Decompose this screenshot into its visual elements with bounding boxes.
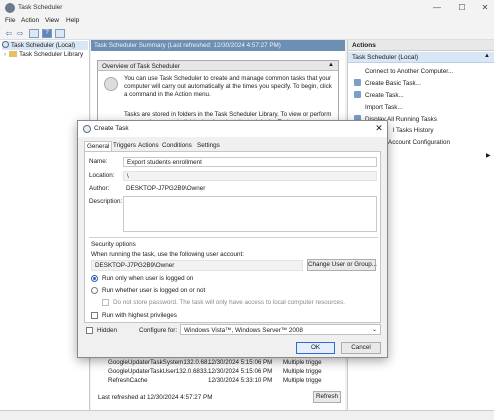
show-hide-tree-icon[interactable] (29, 29, 39, 38)
forward-arrow-icon[interactable]: ⇨ (15, 29, 25, 38)
clock-icon (83, 125, 91, 133)
task-next-run: 12/30/2024 5:15:06 PM (208, 368, 273, 375)
status-bar (0, 410, 494, 420)
dialog-close-button[interactable]: ✕ (374, 123, 384, 134)
view-submenu-arrow-icon[interactable]: ▶ (486, 152, 491, 159)
create-basic-task-icon (354, 79, 361, 86)
table-row[interactable]: GoogleUpdaterTaskSystem132.0.68... (108, 359, 213, 367)
folder-icon (9, 51, 18, 57)
run-logged-on-label[interactable]: Run only when user is logged on (102, 275, 193, 282)
clock-icon (2, 41, 9, 48)
action-connect[interactable]: Connect to Another Computer... (354, 67, 453, 77)
change-user-button[interactable]: Change User or Group... (307, 259, 377, 271)
cancel-button[interactable]: Cancel (341, 342, 381, 354)
refresh-button[interactable]: Refresh (313, 391, 341, 403)
create-task-dialog: Create Task ✕ General Triggers Actions C… (77, 120, 388, 358)
menu-action[interactable]: Action (21, 17, 39, 24)
minimize-button[interactable]: — (430, 2, 444, 14)
tab-conditions[interactable]: Conditions (160, 141, 194, 151)
overview-header[interactable]: Overview of Task Scheduler ▲ (98, 61, 338, 71)
action-import-task[interactable]: Import Task... (354, 103, 403, 113)
close-button[interactable]: ✕ (478, 2, 492, 14)
action-enable-history[interactable]: l Tasks History (393, 127, 433, 137)
task-next-run: 12/30/2024 5:33:10 PM (208, 377, 273, 384)
maximize-button[interactable]: ☐ (455, 2, 469, 14)
chevron-down-icon[interactable]: ⌄ (372, 326, 377, 333)
highest-privileges-checkbox[interactable] (91, 312, 98, 319)
title-bar: Task Scheduler — ☐ ✕ (0, 0, 494, 16)
summary-header: Task Scheduler Summary (Last refreshed: … (91, 40, 345, 51)
back-arrow-icon[interactable]: ⇦ (4, 29, 14, 38)
run-whether-radio[interactable] (91, 287, 98, 294)
action-create-task[interactable]: Create Task... (354, 91, 404, 101)
author-value: DESKTOP-J7PG2B9\Owner (126, 185, 206, 192)
task-name-input[interactable]: Export students enrollment (123, 157, 377, 167)
description-label: Description: (89, 198, 123, 205)
tab-actions[interactable]: Actions (136, 141, 161, 151)
tab-settings[interactable]: Settings (195, 141, 222, 151)
task-trigger: Multiple trigge (283, 368, 322, 375)
tab-general[interactable]: General (84, 141, 113, 151)
collapse-icon[interactable]: ▲ (328, 62, 334, 68)
actions-header: Actions (348, 40, 494, 51)
security-options-title: Security options (91, 241, 136, 248)
menu-view[interactable]: View (45, 17, 59, 24)
tab-triggers[interactable]: Triggers (111, 141, 138, 151)
general-tab-panel: Name: Export students enrollment Locatio… (84, 151, 381, 323)
dialog-title: Create Task (94, 125, 129, 132)
tree-item-task-scheduler-local[interactable]: Task Scheduler (Local) (2, 41, 88, 50)
table-row[interactable]: GoogleUpdaterTaskUser132.0.6833.... (108, 368, 214, 376)
location-value: \ (123, 171, 377, 181)
action-account-config[interactable]: Account Configuration (388, 139, 450, 149)
show-hide-action-pane-icon[interactable] (55, 29, 65, 38)
help-icon[interactable]: ? (42, 29, 52, 38)
actions-group-task-scheduler-local[interactable]: Task Scheduler (Local) ▲ (348, 52, 494, 63)
hidden-checkbox[interactable] (86, 327, 93, 334)
description-textarea[interactable] (123, 196, 377, 232)
toolbar: ⇦ ⇨ ? (0, 27, 494, 40)
task-trigger: Multiple trigge (283, 377, 322, 384)
last-refreshed-text: Last refreshed at 12/30/2024 4:57:27 PM (98, 394, 213, 401)
scheduler-info-icon (104, 77, 118, 91)
collapse-icon[interactable]: ▲ (484, 53, 490, 59)
hidden-label[interactable]: Hidden (97, 327, 117, 334)
name-label: Name: (89, 158, 108, 165)
security-prompt: When running the task, use the following… (91, 251, 244, 258)
run-logged-on-radio[interactable] (91, 275, 98, 282)
create-task-icon (354, 91, 361, 98)
task-next-run: 12/30/2024 5:15:06 PM (208, 359, 273, 366)
menu-help[interactable]: Help (66, 17, 79, 24)
overview-paragraph-1: You can use Task Scheduler to create and… (124, 75, 332, 98)
author-label: Author: (89, 185, 110, 192)
tree-item-task-scheduler-library[interactable]: › Task Scheduler Library (4, 51, 83, 60)
run-whether-label[interactable]: Run whether user is logged on or not (102, 287, 205, 294)
no-store-password-checkbox[interactable] (102, 299, 109, 306)
menu-bar: File Action View Help (0, 16, 494, 27)
ok-button[interactable]: OK (296, 342, 335, 354)
window-title: Task Scheduler (18, 4, 63, 11)
configure-for-label: Configure for: (139, 327, 178, 334)
table-row[interactable]: RefreshCache (108, 377, 148, 385)
chevron-right-icon[interactable]: › (4, 51, 6, 58)
action-create-basic-task[interactable]: Create Basic Task... (354, 79, 421, 89)
task-scheduler-app-icon (5, 3, 15, 13)
dialog-title-bar: Create Task ✕ (78, 121, 387, 137)
user-account-value: DESKTOP-J7PG2B9\Owner (91, 260, 303, 271)
configure-for-select[interactable]: Windows Vista™, Windows Server™ 2008 ⌄ (180, 324, 381, 335)
highest-privileges-label[interactable]: Run with highest privileges (102, 312, 177, 319)
location-label: Location: (89, 172, 115, 179)
menu-file[interactable]: File (5, 17, 15, 24)
task-trigger: Multiple trigge (283, 359, 322, 366)
no-store-password-label: Do not store password. The task will onl… (113, 299, 345, 306)
security-options-group: Security options When running the task, … (89, 237, 378, 319)
